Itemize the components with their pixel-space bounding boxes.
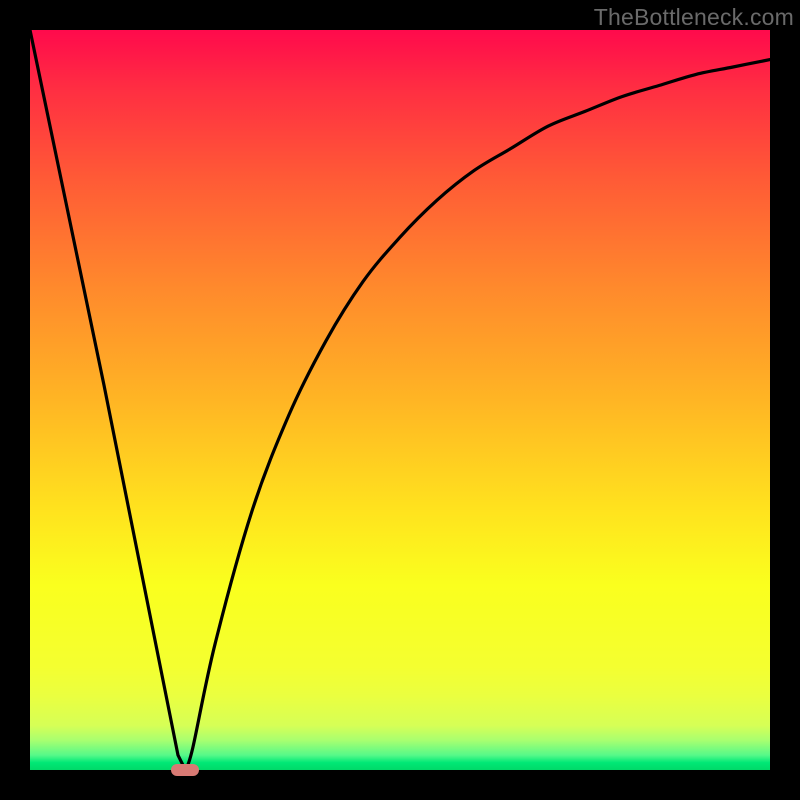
optimal-point-marker [171,764,199,776]
plot-area [30,30,770,770]
chart-frame: TheBottleneck.com [0,0,800,800]
curve-path [30,30,770,770]
watermark-text: TheBottleneck.com [594,4,794,31]
bottleneck-curve [30,30,770,770]
